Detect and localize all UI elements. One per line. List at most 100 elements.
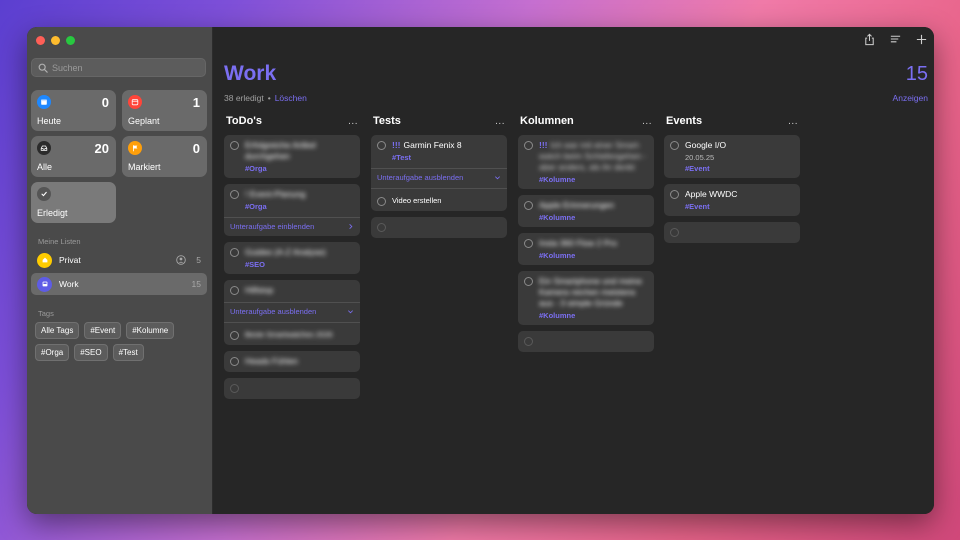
complete-checkbox[interactable] — [230, 190, 239, 199]
new-reminder-card[interactable] — [518, 331, 654, 352]
complete-checkbox[interactable] — [230, 330, 239, 340]
tag-chip[interactable]: Alle Tags — [35, 322, 80, 339]
delete-completed-link[interactable]: Löschen — [275, 93, 307, 103]
complete-checkbox[interactable] — [377, 196, 386, 206]
toolbar — [863, 33, 928, 46]
reminder-title: Apple Erinnerungen — [539, 200, 615, 210]
view-options-button[interactable] — [889, 33, 902, 46]
reminder-tag: #Orga — [245, 164, 267, 173]
column-more-button[interactable]: ... — [642, 116, 652, 127]
chevron-down-icon — [348, 310, 353, 314]
new-reminder-card[interactable] — [224, 378, 360, 399]
reminder-tag: #Kolumne — [539, 311, 576, 320]
checkmark-icon — [37, 187, 51, 201]
complete-checkbox[interactable] — [230, 141, 239, 150]
new-reminder-checkbox[interactable] — [524, 337, 533, 346]
column-title: ToDo's — [226, 115, 263, 127]
search-input[interactable] — [52, 62, 192, 73]
complete-checkbox[interactable] — [670, 141, 679, 150]
column-more-button[interactable]: ... — [788, 116, 798, 127]
reminder-title: Hilfstop — [245, 285, 274, 295]
column-title: Events — [666, 115, 703, 127]
new-reminder-checkbox[interactable] — [377, 223, 386, 232]
share-button[interactable] — [863, 33, 876, 46]
priority-marker: !!! — [392, 140, 401, 150]
reminder-card[interactable]: Apple Erinnerungen #Kolumne — [518, 195, 654, 227]
subtask-title: Video erstellen — [392, 196, 442, 205]
column-todos: ToDo's ... Erfolgreiche Artikel durchgeh… — [224, 113, 360, 399]
show-subtasks-toggle[interactable]: Unteraufgabe einblenden — [230, 222, 354, 231]
show-completed-link[interactable]: Anzeigen — [893, 93, 928, 103]
smart-list-flagged[interactable]: 0 Markiert — [122, 136, 207, 177]
smart-list-scheduled[interactable]: 1 Geplant — [122, 90, 207, 131]
complete-checkbox[interactable] — [524, 201, 533, 210]
reminder-count: 15 — [905, 63, 928, 85]
new-reminder-checkbox[interactable] — [230, 384, 239, 393]
complete-checkbox[interactable] — [670, 190, 679, 199]
reminder-card[interactable]: Hilfstop Unteraufgabe ausblenden Beste S… — [224, 280, 360, 345]
hide-subtasks-toggle[interactable]: Unteraufgabe ausblenden — [230, 307, 354, 316]
add-reminder-button[interactable] — [915, 33, 928, 46]
new-reminder-checkbox[interactable] — [670, 228, 679, 237]
new-reminder-card[interactable] — [371, 217, 507, 238]
smart-list-completed[interactable]: Erledigt — [31, 182, 116, 223]
smart-list-today[interactable]: 0 Heute — [31, 90, 116, 131]
smart-list-all[interactable]: 20 Alle — [31, 136, 116, 177]
reminder-card[interactable]: Heads Fühlen — [224, 351, 360, 372]
zoom-window-button[interactable] — [66, 36, 75, 45]
subtask-row[interactable]: Video erstellen — [377, 195, 501, 206]
subtask-toggle-label: Unteraufgabe einblenden — [230, 222, 315, 231]
shared-person-icon — [176, 255, 187, 265]
complete-checkbox[interactable] — [230, 248, 239, 257]
tag-chip[interactable]: #Kolumne — [126, 322, 175, 339]
complete-checkbox[interactable] — [230, 357, 239, 366]
reminder-card[interactable]: ! Event-Planung #Orga Unteraufgabe einbl… — [224, 184, 360, 236]
column-more-button[interactable]: ... — [495, 116, 505, 127]
reminder-title: Google I/O — [685, 140, 727, 150]
reminder-card[interactable]: Insta 360 Flow 2 Pro #Kolumne — [518, 233, 654, 265]
reminder-title: Ein Smartphone und meine Kamera reichen … — [539, 276, 643, 308]
reminder-card[interactable]: Guides (A-Z Analyse) #SEO — [224, 242, 360, 274]
hide-subtasks-toggle[interactable]: Unteraufgabe ausblenden — [377, 173, 501, 182]
reminder-tag: #Kolumne — [539, 175, 576, 184]
completed-summary: 38 erledigt • Löschen — [224, 93, 307, 103]
column-title: Tests — [373, 115, 401, 127]
tag-list: Alle Tags #Event #Kolumne #Orga #SEO #Te… — [35, 322, 205, 361]
divider — [371, 188, 507, 189]
reminder-card[interactable]: Erfolgreiche Artikel durchgehen #Orga — [224, 135, 360, 178]
close-window-button[interactable] — [36, 36, 45, 45]
reminder-tag: #Kolumne — [539, 251, 576, 260]
priority-marker: !!! — [539, 140, 548, 150]
reminder-card[interactable]: Google I/O 20.05.25 #Event — [664, 135, 800, 178]
complete-checkbox[interactable] — [524, 239, 533, 248]
reminder-card[interactable]: !!! Garmin Fenix 8 #Test Unteraufgabe aus… — [371, 135, 507, 211]
smart-list-label: Heute — [37, 116, 62, 126]
column-more-button[interactable]: ... — [348, 116, 358, 127]
sidebar-item-privat[interactable]: Privat 5 — [31, 249, 207, 271]
minimize-window-button[interactable] — [51, 36, 60, 45]
new-reminder-card[interactable] — [664, 222, 800, 243]
tag-chip[interactable]: #SEO — [74, 344, 108, 361]
reminder-card[interactable]: !!! Ich war mit einer Smart-watch beim Sc… — [518, 135, 654, 189]
column-header: Events ... — [664, 113, 800, 129]
complete-checkbox[interactable] — [524, 277, 533, 286]
search-field[interactable] — [31, 58, 206, 77]
list-name: Work — [59, 279, 79, 289]
chevron-down-icon — [495, 176, 500, 180]
calendar-icon — [37, 95, 51, 109]
tag-chip[interactable]: #Test — [112, 344, 144, 361]
column-title: Kolumnen — [520, 115, 574, 127]
reminder-card[interactable]: Apple WWDC #Event — [664, 184, 800, 216]
reminder-title-text: Garmin Fenix 8 — [403, 140, 462, 150]
complete-checkbox[interactable] — [230, 286, 239, 295]
subtask-row[interactable]: Beste Smartwatches 2026 — [230, 329, 354, 340]
divider — [371, 168, 507, 169]
complete-checkbox[interactable] — [524, 141, 533, 150]
sidebar-item-work[interactable]: Work 15 — [31, 273, 207, 295]
search-icon — [38, 63, 48, 73]
tag-chip[interactable]: #Orga — [35, 344, 70, 361]
tag-chip[interactable]: #Event — [84, 322, 122, 339]
flag-icon — [128, 141, 142, 155]
complete-checkbox[interactable] — [377, 141, 386, 150]
reminder-card[interactable]: Ein Smartphone und meine Kamera reichen … — [518, 271, 654, 325]
